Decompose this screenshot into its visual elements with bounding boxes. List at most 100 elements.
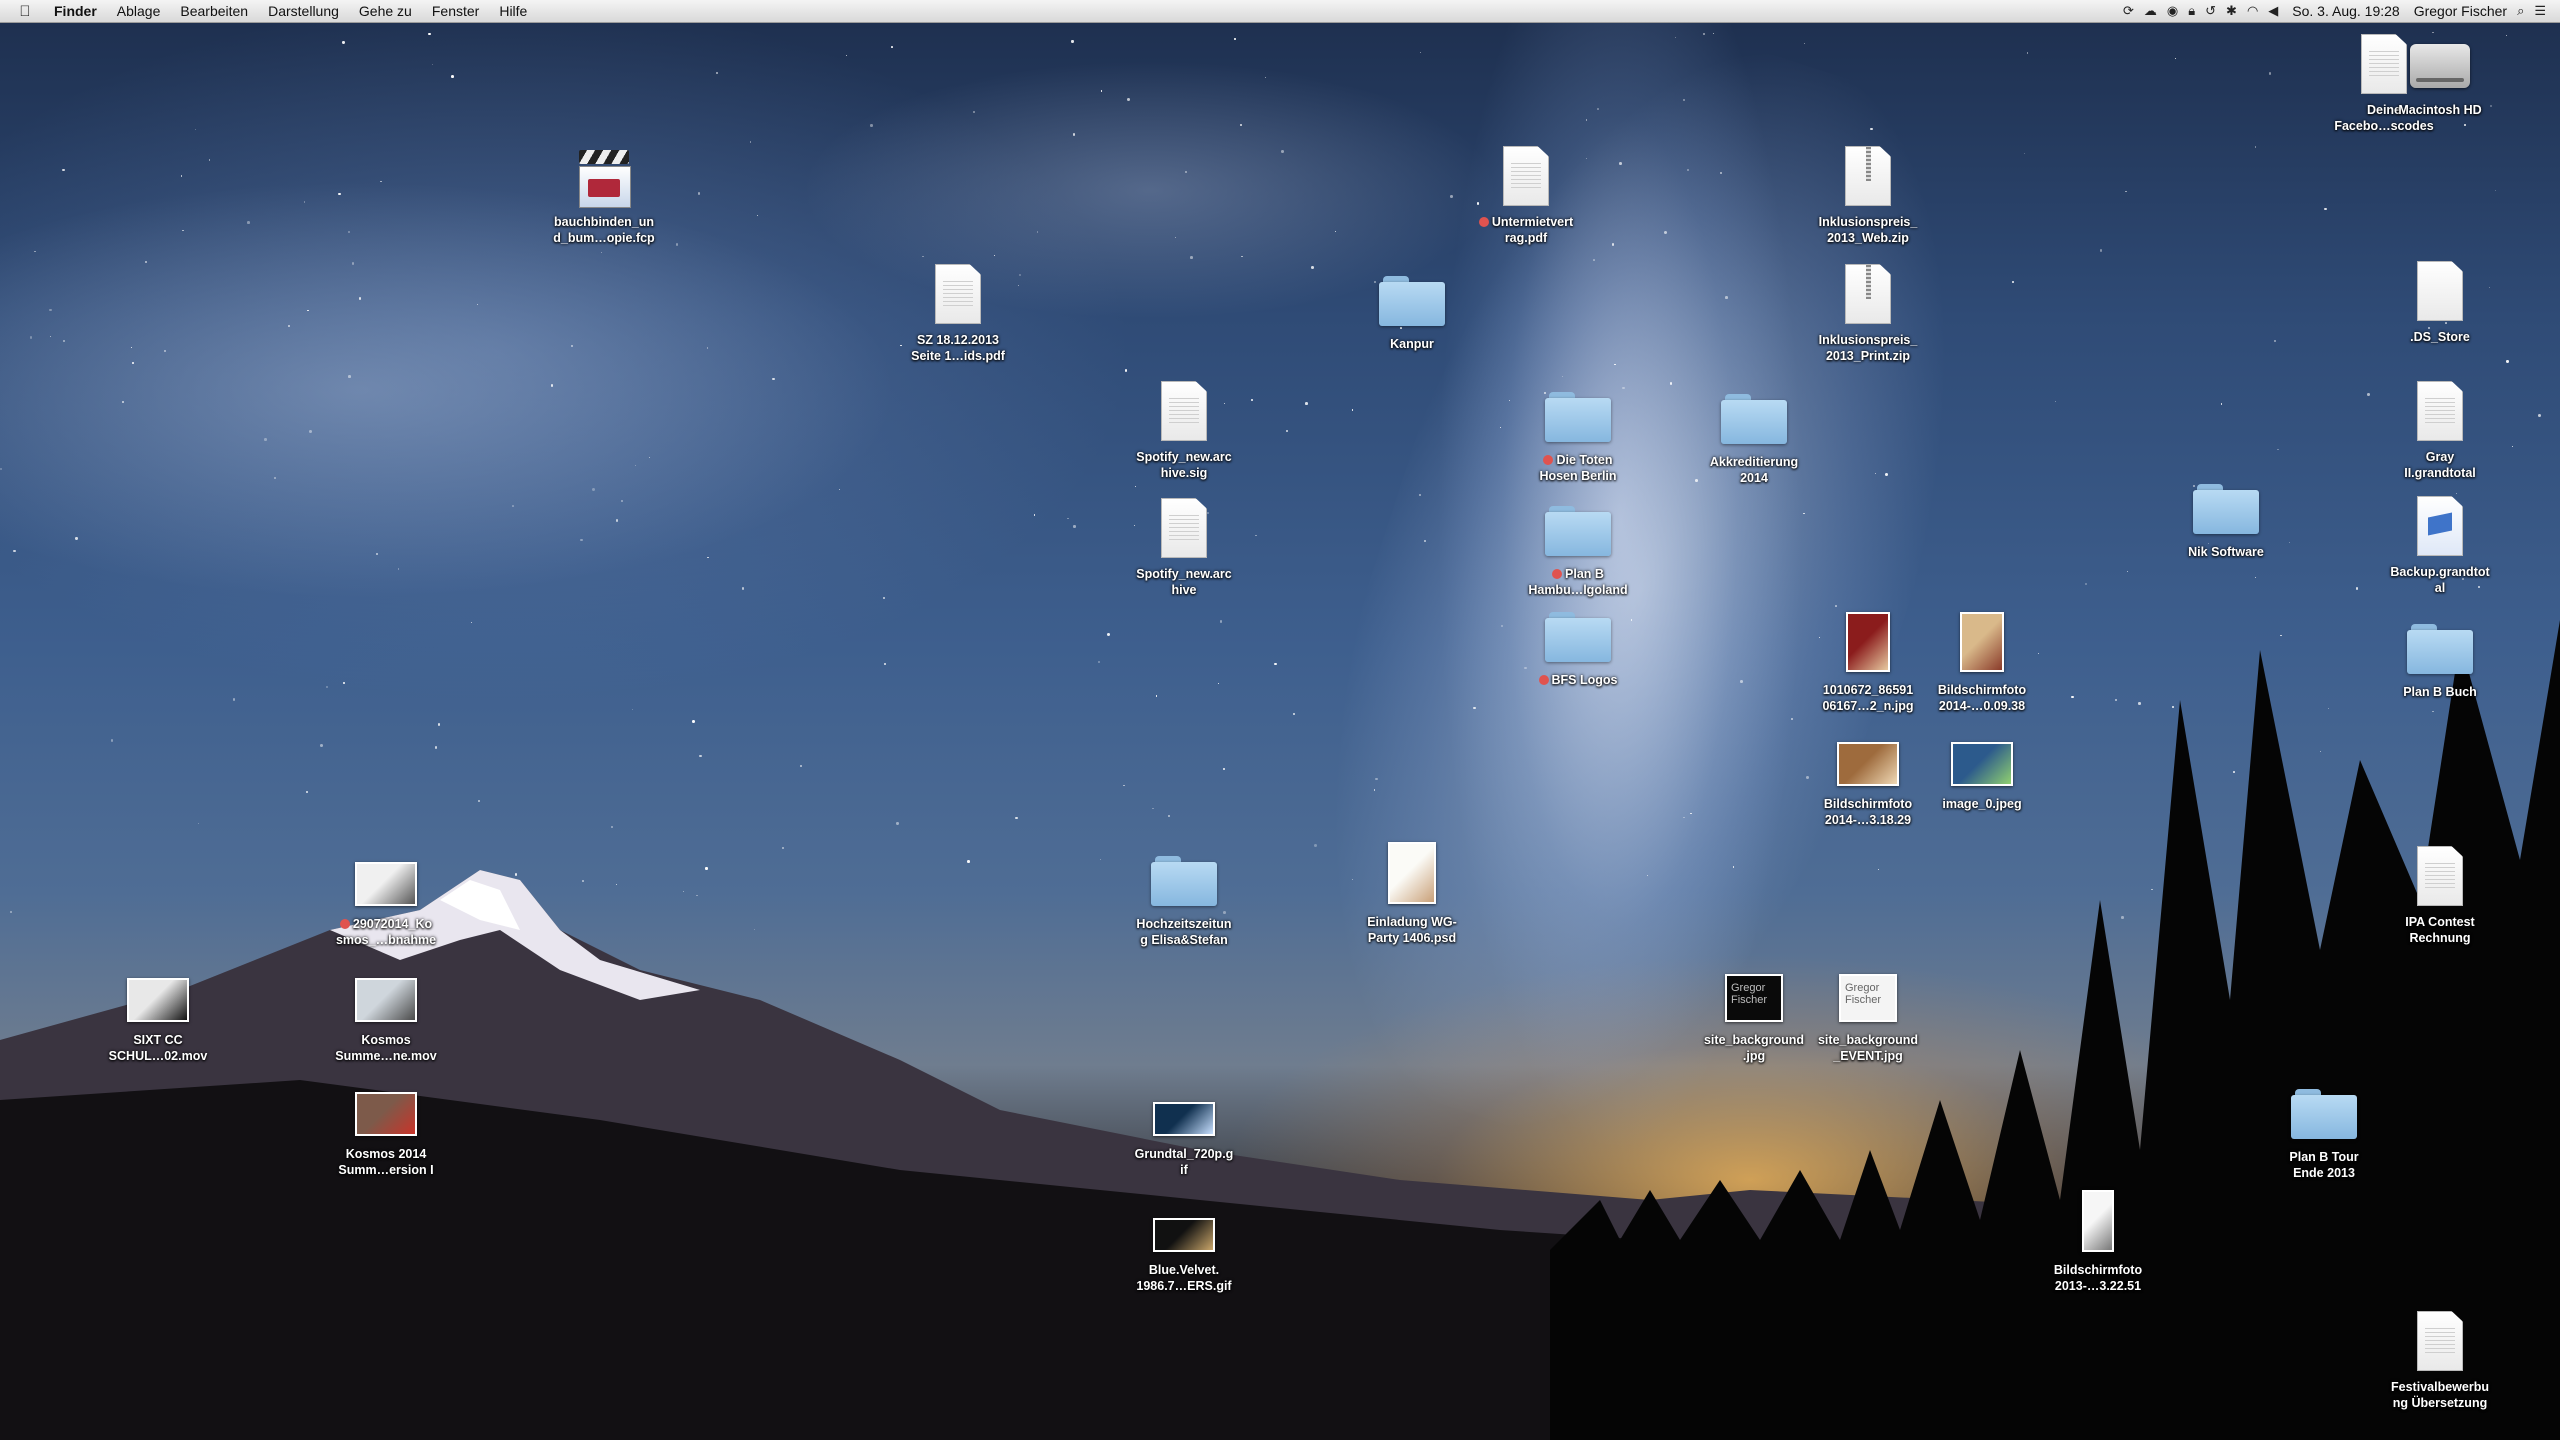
- sync-icon[interactable]: ⟳: [2123, 3, 2134, 19]
- desktop-icon-label-text: Blue.Velvet. 1986.7…ERS.gif: [1136, 1263, 1232, 1293]
- desktop-icon-plan-b-buch[interactable]: Plan B Buch: [2380, 610, 2500, 700]
- desktop-icon-spotify-sig[interactable]: Spotify_new.arc hive.sig: [1124, 375, 1244, 481]
- desktop-icon-kosmos-29072014[interactable]: 29072014_Ko smos_…bnahme: [326, 842, 446, 948]
- desktop-icon-ipa-contest[interactable]: IPA Contest Rechnung: [2380, 840, 2500, 946]
- desktop-icon-label: bauchbinden_un d_bum…opie.fcp: [544, 214, 664, 246]
- red-tag-icon: [1538, 675, 1549, 685]
- spotlight-icon[interactable]: ⌕: [2517, 3, 2524, 19]
- cloud-icon[interactable]: ☁: [2144, 3, 2157, 19]
- desktop-icon-nik-software[interactable]: Nik Software: [2166, 470, 2286, 560]
- desktop-icon-label-text: Backup.grandtot al: [2390, 565, 2490, 595]
- desktop-icon-hochzeitszeitung[interactable]: Hochzeitszeitun g Elisa&Stefan: [1124, 842, 1244, 948]
- desktop-icon-label: Akkreditierung 2014: [1694, 454, 1814, 486]
- desktop-icon-kosmos-summe[interactable]: Kosmos Summe…ne.mov: [326, 958, 446, 1064]
- desktop-icon-plan-b-hamburg[interactable]: Plan B Hambu…lgoland: [1518, 492, 1638, 598]
- rtf-file-icon: [1161, 498, 1207, 558]
- notification-center-icon[interactable]: ☰: [2534, 3, 2546, 19]
- desktop-icon-label-text: Grundtal_720p.g if: [1134, 1147, 1234, 1177]
- image-thumbnail-icon: [1837, 742, 1899, 786]
- apple-logo-icon[interactable]: : [14, 3, 36, 20]
- document-icon: [2417, 381, 2463, 441]
- desktop-icon-label: Bildschirmfoto 2013-…3.22.51: [2038, 1262, 2158, 1294]
- desktop-icon-site-background-event[interactable]: Gregor Fischer site_background _EVENT.jpg: [1808, 958, 1928, 1064]
- menu-finder[interactable]: Finder: [54, 3, 97, 19]
- desktop-icon-akkreditierung[interactable]: Akkreditierung 2014: [1694, 380, 1814, 486]
- desktop-icon-label-text: Festivalbewerbu ng Übersetzung: [2391, 1380, 2489, 1410]
- desktop-icon-label-text: Inklusionspreis_ 2013_Web.zip: [1818, 215, 1918, 245]
- status-area: ⟳ ☁ ◉ 🔒︎ ↺ ✱ ◠ ◀ So. 3. Aug. 19:28 Grego…: [2113, 3, 2560, 19]
- desktop-icon-backup-grandtotal[interactable]: Backup.grandtot al: [2380, 490, 2500, 596]
- desktop-icon-sixt-cc[interactable]: SIXT CC SCHUL…02.mov: [98, 958, 218, 1064]
- desktop-icon-kosmos-2014[interactable]: Kosmos 2014 Summ…ersion I: [326, 1072, 446, 1178]
- desktop-icon-label: Spotify_new.arc hive: [1124, 566, 1244, 598]
- menu-hilfe[interactable]: Hilfe: [499, 3, 527, 19]
- folder-icon: [1545, 506, 1611, 556]
- image-thumbnail-icon: [1960, 612, 2004, 672]
- desktop-icon-label: Plan B Hambu…lgoland: [1518, 566, 1638, 598]
- desktop-icon-bildschirmfoto-2013[interactable]: Bildschirmfoto 2013-…3.22.51: [2038, 1188, 2158, 1294]
- desktop-icon-inklusionspreis-web[interactable]: Inklusionspreis_ 2013_Web.zip: [1808, 140, 1928, 246]
- desktop-icon-bildschirmfoto-0938[interactable]: Bildschirmfoto 2014-…0.09.38: [1922, 608, 2042, 714]
- desktop-icon-site-background[interactable]: Gregor Fischer site_background .jpg: [1694, 958, 1814, 1064]
- menu-bearbeiten[interactable]: Bearbeiten: [180, 3, 248, 19]
- desktop-icon-kanpur[interactable]: Kanpur: [1352, 262, 1472, 352]
- desktop-icon-label-text: Nik Software: [2188, 545, 2264, 559]
- desktop-icon-label: Kanpur: [1352, 336, 1472, 352]
- menu-gehe-zu[interactable]: Gehe zu: [359, 3, 412, 19]
- logo-thumbnail-icon: Gregor Fischer: [1839, 974, 1897, 1022]
- folder-icon: [2291, 1089, 2357, 1139]
- drive-icon[interactable]: ◉: [2167, 3, 2178, 19]
- desktop-icon-spotify-archive[interactable]: Spotify_new.arc hive: [1124, 492, 1244, 598]
- blank-file-icon: [2417, 261, 2463, 321]
- desktop-icon-label: Blue.Velvet. 1986.7…ERS.gif: [1124, 1262, 1244, 1294]
- desktop-icon-die-toten-hosen[interactable]: Die Toten Hosen Berlin: [1518, 378, 1638, 484]
- desktop-icon-sz-18122013[interactable]: SZ 18.12.2013 Seite 1…ids.pdf: [898, 258, 1018, 364]
- final-cut-project-icon: [579, 150, 631, 208]
- desktop-icon-inklusionspreis-print[interactable]: Inklusionspreis_ 2013_Print.zip: [1808, 258, 1928, 364]
- desktop-icon-bildschirmfoto-31829[interactable]: Bildschirmfoto 2014-…3.18.29: [1808, 722, 1928, 828]
- folder-icon: [1545, 612, 1611, 662]
- folder-icon: [1545, 392, 1611, 442]
- image-thumbnail-icon: [1153, 1102, 1215, 1136]
- desktop-icon-ds-store[interactable]: .DS_Store: [2380, 255, 2500, 345]
- desktop-icon-label: Nik Software: [2166, 544, 2286, 560]
- desktop-icon-label-text: Untermietvert rag.pdf: [1491, 215, 1574, 245]
- desktop-icon-festivalbewerbung[interactable]: Festivalbewerbu ng Übersetzung: [2380, 1305, 2500, 1411]
- desktop-icon-blue-velvet[interactable]: Blue.Velvet. 1986.7…ERS.gif: [1124, 1188, 1244, 1294]
- desktop-icon-label-text: bauchbinden_un d_bum…opie.fcp: [553, 215, 655, 245]
- zip-file-icon: [1845, 146, 1891, 206]
- wifi-icon[interactable]: ◠: [2247, 3, 2258, 19]
- desktop-icon-label-text: Macintosh HD: [2398, 103, 2482, 117]
- image-thumbnail-icon: [1388, 842, 1436, 904]
- desktop-icon-label-text: Bildschirmfoto 2013-…3.22.51: [2053, 1263, 2143, 1293]
- logo-thumbnail-icon: Gregor Fischer: [1725, 974, 1783, 1022]
- desktop-icon-image-0[interactable]: image_0.jpeg: [1922, 722, 2042, 812]
- desktop-icon-gray-grandtotal[interactable]: Gray II.grandtotal: [2380, 375, 2500, 481]
- desktop-icon-bfs-logos[interactable]: BFS Logos: [1518, 598, 1638, 688]
- menu-darstellung[interactable]: Darstellung: [268, 3, 339, 19]
- desktop-icon-label: Die Toten Hosen Berlin: [1518, 452, 1638, 484]
- folder-icon: [2193, 484, 2259, 534]
- desktop-icon-plan-b-tour[interactable]: Plan B Tour Ende 2013: [2264, 1075, 2384, 1181]
- menubar-clock[interactable]: So. 3. Aug. 19:28: [2292, 3, 2399, 19]
- desktop-icon-grundtal[interactable]: Grundtal_720p.g if: [1124, 1072, 1244, 1178]
- rtf-file-icon: [1161, 381, 1207, 441]
- volume-icon[interactable]: ◀: [2268, 3, 2278, 19]
- desktop-icon-label: Untermietvert rag.pdf: [1466, 214, 1586, 246]
- desktop-icon-label: Backup.grandtot al: [2380, 564, 2500, 596]
- time-machine-icon[interactable]: ↺: [2205, 3, 2216, 19]
- pdf-file-icon: [1503, 146, 1549, 206]
- desktop-icon-bauchbinden[interactable]: bauchbinden_un d_bum…opie.fcp: [544, 140, 664, 246]
- desktop-icon-img-1010672[interactable]: 1010672_86591 06167…2_n.jpg: [1808, 608, 1928, 714]
- desktop-icon-macintosh-hd[interactable]: Macintosh HD: [2380, 28, 2500, 118]
- desktop-icon-label: SZ 18.12.2013 Seite 1…ids.pdf: [898, 332, 1018, 364]
- menubar-user[interactable]: Gregor Fischer: [2414, 3, 2507, 19]
- desktop-icon-untermietvertrag[interactable]: Untermietvert rag.pdf: [1466, 140, 1586, 246]
- menu-fenster[interactable]: Fenster: [432, 3, 479, 19]
- desktop-icon-label-text: site_background _EVENT.jpg: [1817, 1033, 1919, 1063]
- lock-icon[interactable]: 🔒︎: [2188, 3, 2195, 19]
- rtf-file-icon: [2417, 1311, 2463, 1371]
- bluetooth-icon[interactable]: ✱: [2226, 3, 2237, 19]
- desktop-icon-einladung-wg[interactable]: Einladung WG- Party 1406.psd: [1352, 840, 1472, 946]
- menu-ablage[interactable]: Ablage: [117, 3, 161, 19]
